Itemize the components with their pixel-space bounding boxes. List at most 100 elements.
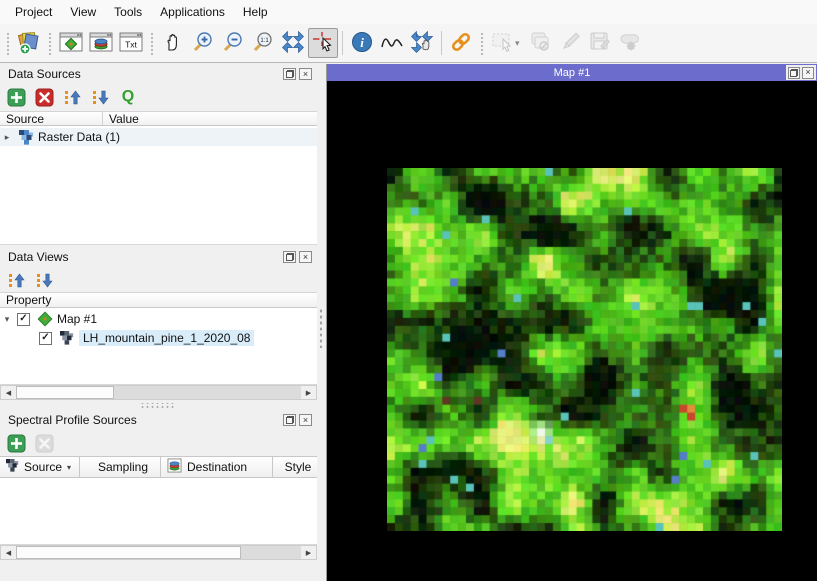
data-views-hscrollbar: ◀ ▶ (0, 385, 317, 400)
raster-layer-checkbox[interactable]: ✓ (39, 332, 52, 345)
zoom-full-extent-button[interactable] (278, 28, 308, 58)
cursor-location-info-button[interactable]: i (347, 28, 377, 58)
raster-data-group-row[interactable]: ▸ Raster Data (1) (0, 128, 317, 146)
panel-splitter-handle[interactable] (140, 403, 176, 409)
map-view-icon (37, 311, 53, 327)
scroll-thumb[interactable] (16, 546, 241, 559)
text-window-icon: Txt (118, 29, 144, 58)
save-edits-button (585, 28, 615, 58)
toolbar-grip[interactable] (149, 31, 155, 55)
scroll-left-arrow[interactable]: ◀ (1, 546, 16, 559)
data-views-titlebar[interactable]: Data Views × (0, 247, 317, 267)
collapse-all-button[interactable] (61, 86, 83, 108)
column-property[interactable]: Property (0, 293, 317, 307)
data-sources-titlebar[interactable]: Data Sources × (0, 64, 317, 84)
pan-tool-button[interactable] (158, 28, 188, 58)
column-sampling[interactable]: Sampling (80, 457, 161, 477)
pencil-icon (557, 29, 583, 58)
column-source[interactable]: Source ▾ (0, 457, 80, 477)
dock-map-splitter[interactable] (317, 64, 326, 581)
map-view-checkbox[interactable]: ✓ (17, 313, 30, 326)
remove-x-icon (35, 434, 54, 453)
zoom-out-button[interactable] (218, 28, 248, 58)
close-panel-button[interactable]: × (299, 414, 312, 426)
scroll-track[interactable] (16, 546, 301, 559)
map-canvas[interactable] (327, 81, 817, 581)
spectral-profile-list (0, 478, 317, 545)
menu-view[interactable]: View (61, 1, 105, 23)
toolbar-grip[interactable] (479, 31, 485, 55)
spectral-profile-button[interactable] (377, 28, 407, 58)
float-panel-button[interactable] (283, 251, 296, 263)
raster-layer-row[interactable]: ✓ LH_mountain_pine_1_2020_08 (0, 329, 317, 347)
map-window-titlebar[interactable]: Map #1 (327, 64, 817, 81)
column-destination[interactable]: Destination (161, 457, 273, 477)
open-in-qgis-button[interactable]: Q (117, 86, 139, 108)
float-window-button[interactable] (788, 67, 800, 79)
float-panel-button[interactable] (283, 68, 296, 80)
link-map-views-button[interactable] (446, 28, 476, 58)
scroll-right-arrow[interactable]: ▶ (301, 546, 316, 559)
toggle-editing-button (555, 28, 585, 58)
add-source-button[interactable] (5, 86, 27, 108)
float-icon (286, 70, 294, 78)
spectral-profile-sources-titlebar[interactable]: Spectral Profile Sources × (0, 410, 317, 430)
column-style[interactable]: Style (273, 457, 317, 477)
column-value[interactable]: Value (103, 112, 317, 125)
scroll-thumb[interactable] (16, 386, 114, 399)
spectral-profile-hscrollbar: ◀ ▶ (0, 545, 317, 560)
close-panel-button[interactable]: × (299, 68, 312, 80)
scroll-right-arrow[interactable]: ▶ (301, 386, 316, 399)
stack-destination-icon (167, 458, 182, 476)
toolbar-grip[interactable] (5, 31, 11, 55)
spectral-profile-sources-title: Spectral Profile Sources (8, 413, 283, 427)
map-view-row[interactable]: ▾ ✓ Map #1 (0, 310, 317, 328)
zoom-in-button[interactable] (188, 28, 218, 58)
zoom-native-button[interactable]: 1:1 (248, 28, 278, 58)
select-cursor-location-button[interactable] (308, 28, 338, 58)
expander-expanded-icon[interactable]: ▾ (0, 314, 14, 325)
open-cylinder-window-button[interactable] (86, 28, 116, 58)
remove-source-button[interactable] (33, 86, 55, 108)
move-to-center-button[interactable] (407, 28, 437, 58)
save-icon (587, 29, 613, 58)
close-window-button[interactable]: × (802, 67, 814, 79)
expander-collapsed-icon[interactable]: ▸ (0, 132, 14, 143)
toolbar-separator (441, 31, 442, 55)
column-style-label: Style (285, 460, 312, 474)
scroll-track[interactable] (16, 386, 301, 399)
float-panel-button[interactable] (283, 414, 296, 426)
collapse-all-button[interactable] (5, 269, 27, 291)
zoom-one-to-one-icon: 1:1 (251, 30, 275, 57)
column-source[interactable]: Source (0, 112, 103, 125)
float-icon (286, 416, 294, 424)
expand-tree-icon (91, 88, 110, 107)
raster-layer-label: LH_mountain_pine_1_2020_08 (79, 330, 254, 346)
data-sources-title: Data Sources (8, 67, 283, 81)
menu-help[interactable]: Help (234, 1, 277, 23)
open-text-window-button[interactable]: Txt (116, 28, 146, 58)
menu-bar: Project View Tools Applications Help (0, 0, 817, 24)
data-views-toolbar (0, 268, 317, 292)
remove-x-icon (35, 88, 54, 107)
raster-image[interactable] (387, 168, 782, 531)
raster-layer-icon (59, 330, 75, 346)
add-data-source-icon (16, 29, 42, 58)
add-profile-source-button[interactable] (5, 432, 27, 454)
expand-all-button[interactable] (89, 86, 111, 108)
toolbar-grip[interactable] (47, 31, 53, 55)
expand-all-button[interactable] (33, 269, 55, 291)
close-icon: × (805, 68, 810, 77)
scroll-left-arrow[interactable]: ◀ (1, 386, 16, 399)
menu-project[interactable]: Project (6, 1, 61, 23)
deselect-features-icon (527, 29, 553, 58)
close-icon: × (303, 253, 308, 262)
close-icon: × (303, 70, 308, 79)
menu-tools[interactable]: Tools (105, 1, 151, 23)
close-panel-button[interactable]: × (299, 251, 312, 263)
open-map-window-button[interactable] (56, 28, 86, 58)
menu-applications[interactable]: Applications (151, 1, 234, 23)
svg-text:i: i (360, 35, 364, 50)
add-data-source-button[interactable] (14, 28, 44, 58)
dropdown-icon[interactable]: ▾ (67, 463, 71, 472)
